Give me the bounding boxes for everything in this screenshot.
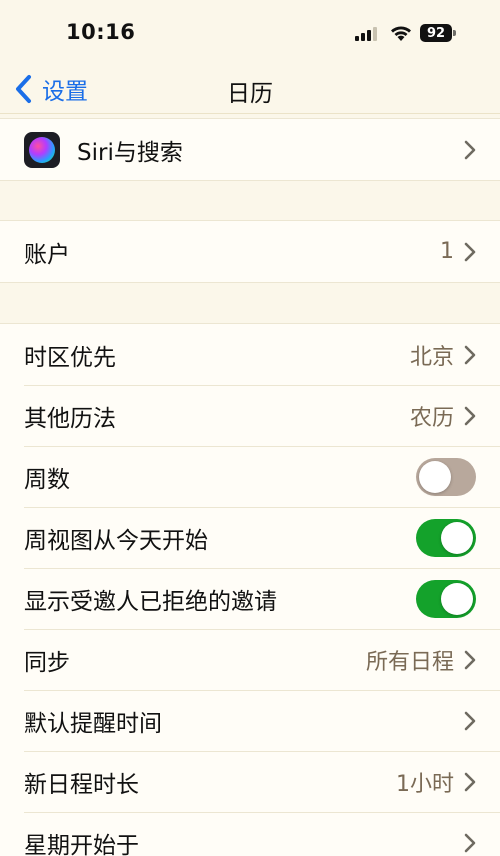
back-label: 设置 <box>42 79 88 105</box>
row-default-alert-times[interactable]: 默认提醒时间 <box>0 690 500 751</box>
chevron-right-icon <box>464 711 476 730</box>
chevron-right-icon <box>464 140 476 159</box>
row-event-duration[interactable]: 新日程时长 1小时 <box>0 751 500 812</box>
row-label: 新日程时长 <box>24 771 139 798</box>
battery-level: 92 <box>420 24 452 42</box>
row-label: 星期开始于 <box>24 832 139 856</box>
chevron-right-icon <box>464 406 476 425</box>
row-value: 农历 <box>409 405 454 431</box>
navigation-bar: 日历 设置 <box>0 66 500 114</box>
week-view-today-toggle[interactable] <box>416 518 476 557</box>
row-label: 其他历法 <box>24 405 116 432</box>
row-value: 1小时 <box>396 771 454 797</box>
chevron-right-icon <box>464 345 476 364</box>
account-group: 账户 1 <box>0 220 500 283</box>
declined-invites-toggle[interactable] <box>416 579 476 618</box>
row-start-week-on[interactable]: 星期开始于 <box>0 812 500 856</box>
row-siri-search[interactable]: Siri与搜索 <box>0 119 500 180</box>
row-label: 周数 <box>24 466 70 493</box>
row-label: 显示受邀人已拒绝的邀请 <box>24 588 277 615</box>
chevron-right-icon <box>464 650 476 669</box>
chevron-left-icon <box>16 75 31 103</box>
row-week-view-starts-today: 周视图从今天开始 <box>0 507 500 568</box>
status-bar: 10:16 92 <box>0 0 500 66</box>
battery-icon: 92 <box>420 24 456 42</box>
row-alternate-calendars[interactable]: 其他历法 农历 <box>0 385 500 446</box>
chevron-right-icon <box>464 772 476 791</box>
row-account[interactable]: 账户 1 <box>0 221 500 282</box>
row-value: 所有日程 <box>365 649 454 675</box>
chevron-right-icon <box>464 833 476 852</box>
settings-group: 时区优先 北京 其他历法 农历 周数 周视图从今天开始 显示受邀人已拒绝的邀请 … <box>0 323 500 856</box>
cellular-signal-icon <box>355 27 377 41</box>
row-show-declined-invites: 显示受邀人已拒绝的邀请 <box>0 568 500 629</box>
row-label: 默认提醒时间 <box>24 710 162 737</box>
row-label: 周视图从今天开始 <box>24 527 208 554</box>
row-timezone-override[interactable]: 时区优先 北京 <box>0 324 500 385</box>
row-value: 北京 <box>409 344 454 370</box>
wifi-icon <box>391 26 411 41</box>
week-numbers-toggle[interactable] <box>416 457 476 496</box>
siri-icon <box>24 131 60 168</box>
chevron-right-icon <box>464 242 476 261</box>
row-week-numbers: 周数 <box>0 446 500 507</box>
row-label: 账户 <box>24 241 70 268</box>
status-time: 10:16 <box>66 20 136 44</box>
row-value: 1 <box>440 239 454 264</box>
siri-group: Siri与搜索 <box>0 118 500 181</box>
back-button[interactable]: 设置 <box>14 70 88 108</box>
row-label: 同步 <box>24 649 70 676</box>
row-sync[interactable]: 同步 所有日程 <box>0 629 500 690</box>
row-label: Siri与搜索 <box>77 139 183 166</box>
row-label: 时区优先 <box>24 344 116 371</box>
